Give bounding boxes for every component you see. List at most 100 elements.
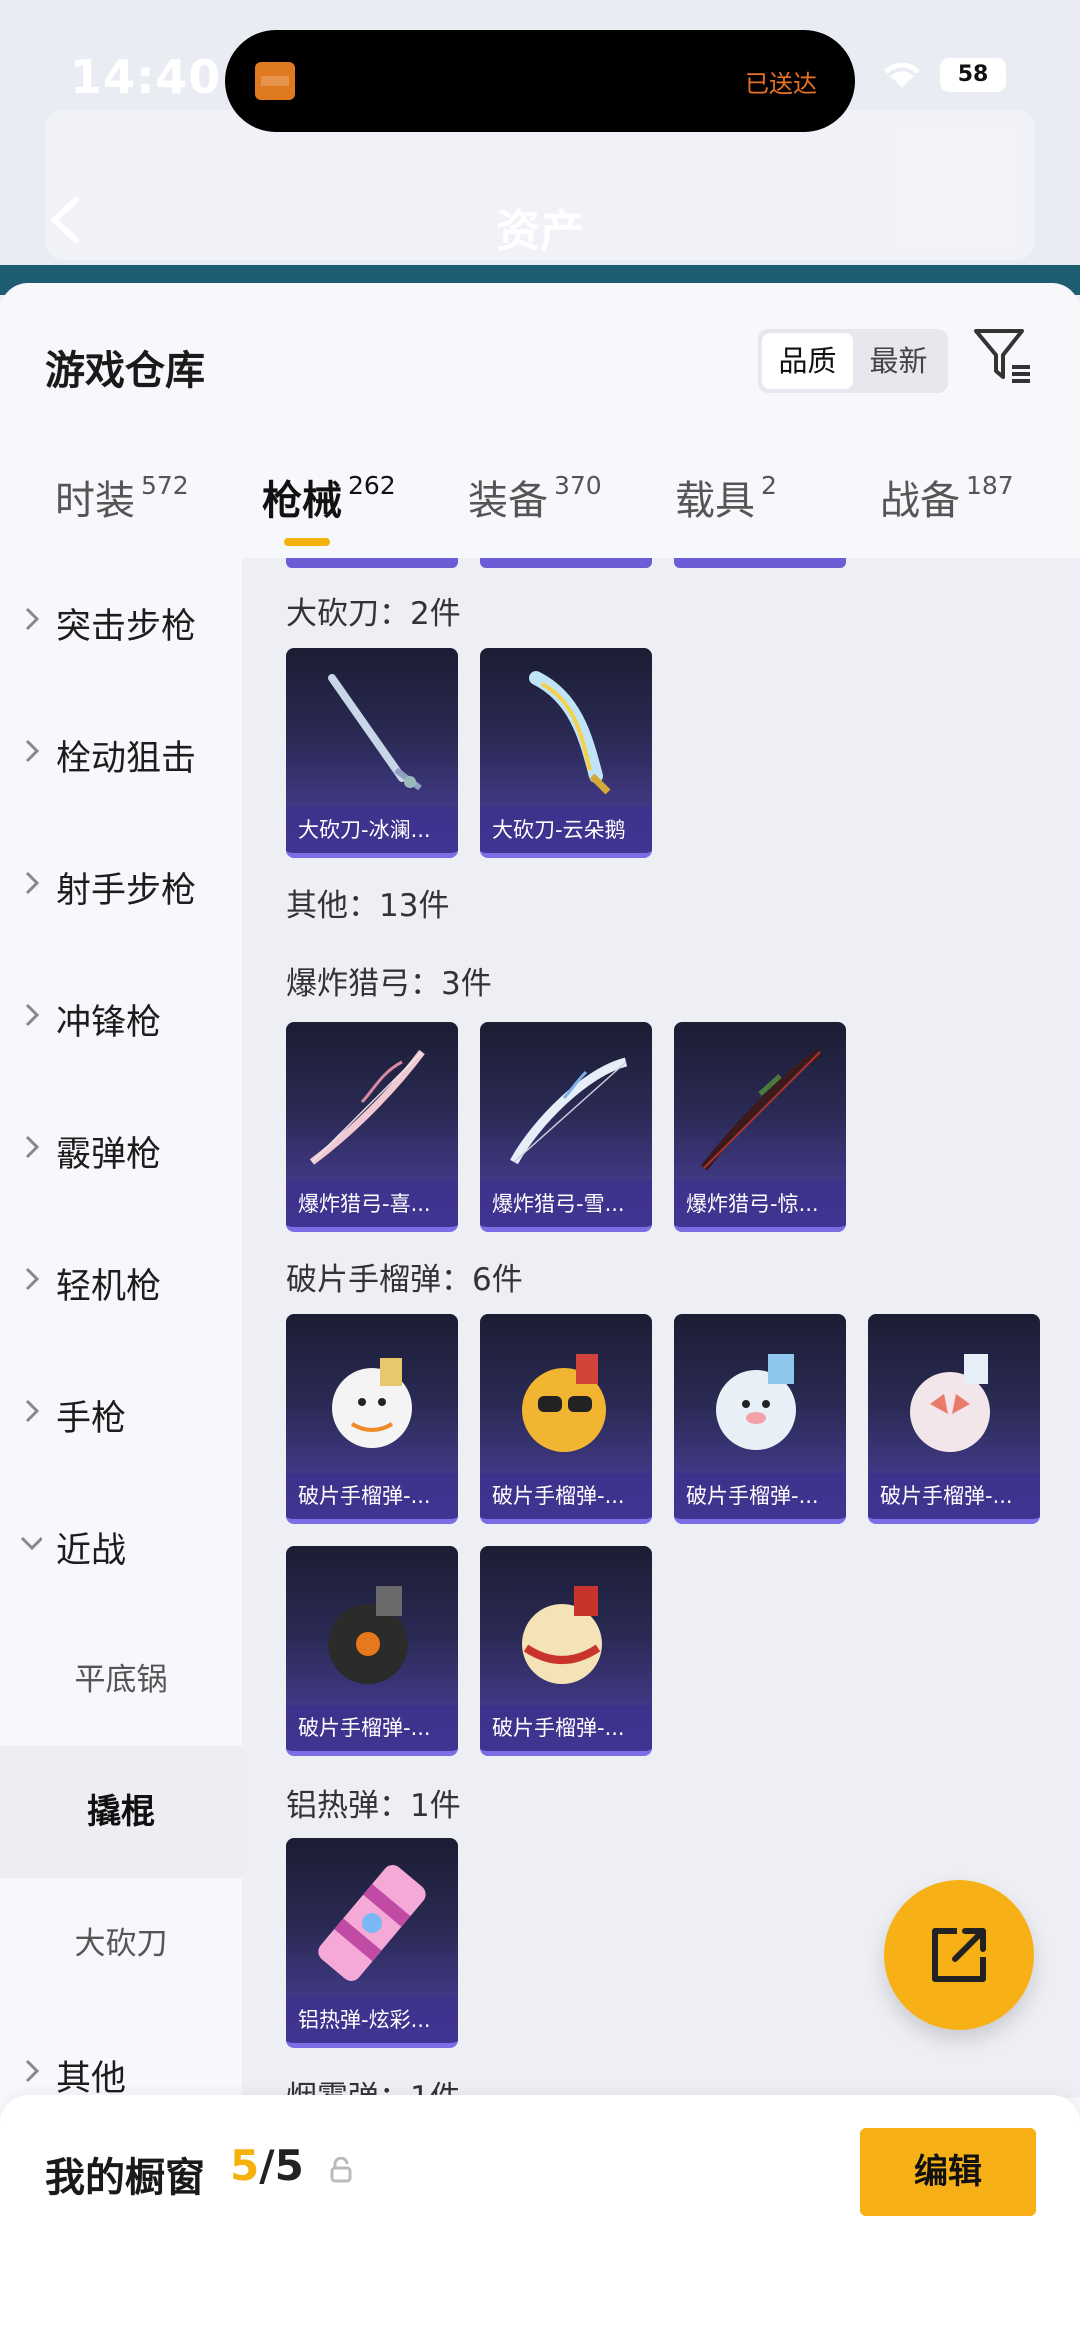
item-card[interactable]: 破片手榴弹-... [868, 1314, 1040, 1524]
weapon-category-sidebar: 突击步枪 栓动狙击 射手步枪 冲锋枪 霰弹枪 轻机枪 手枪 近战 平底锅 撬棍 … [0, 558, 242, 2341]
sidebar-subitem-machete[interactable]: 大砍刀 [0, 1878, 242, 2010]
group-title: 铝热弹：1件 [286, 1788, 461, 1824]
tab-fashion[interactable]: 时装 572 [55, 468, 189, 558]
edit-button[interactable]: 编辑 [860, 2128, 1036, 2216]
category-tabs: 时装 572 枪械 262 装备 370 载具 2 战备 187 [0, 468, 1080, 558]
item-card[interactable]: 爆炸猎弓-惊... [674, 1022, 846, 1232]
item-card[interactable]: 破片手榴弹-... [480, 1546, 652, 1756]
sidebar-subitem-crowbar[interactable]: 撬棍 [0, 1746, 242, 1878]
item-name: 破片手榴弹-... [480, 1705, 652, 1751]
group-title: 破片手榴弹：6件 [286, 1262, 523, 1298]
showcase-count: 5/5 [230, 2141, 304, 2190]
machete-cloud-goose-icon [529, 671, 611, 795]
sidebar-item-label: 手枪 [56, 1399, 127, 1439]
showcase-current: 5 [230, 2141, 260, 2190]
item-name: 爆炸猎弓-喜... [286, 1181, 458, 1227]
tab-count: 262 [348, 471, 396, 500]
item-name: 铝热弹-炫彩... [286, 1997, 458, 2043]
sidebar-item-assault-rifle[interactable]: 突击步枪 [0, 558, 242, 690]
item-grid: 大砍刀：2件 大砍刀-冰澜... 大砍刀-云朵鹅 其他：13件 爆炸猎弓：3件 [242, 558, 1080, 2098]
grenade-fox-icon [910, 1354, 990, 1452]
tab-count: 572 [141, 471, 189, 500]
chevron-right-icon [25, 607, 40, 631]
group-title: 大砍刀：2件 [286, 596, 461, 632]
header-backdrop: 14:40 已送达 58 资产 [0, 0, 1080, 295]
group-title: 其他：13件 [286, 888, 450, 924]
showcase-total: /5 [259, 2141, 304, 2190]
tab-count: 370 [554, 471, 602, 500]
item-card[interactable]: 铝热弹-炫彩... [286, 1838, 458, 2048]
active-tab-indicator [284, 538, 330, 546]
dynamic-island[interactable]: 已送达 [225, 30, 855, 132]
sidebar-item-melee[interactable]: 近战 [0, 1482, 242, 1614]
page-title: 资产 [496, 206, 584, 257]
sidebar-item-pistol[interactable]: 手枪 [0, 1350, 242, 1482]
tab-label: 装备 [468, 478, 548, 524]
sidebar-subitem-frying-pan[interactable]: 平底锅 [0, 1614, 242, 1746]
warehouse-title: 游戏仓库 [45, 348, 205, 394]
item-name: 大砍刀-云朵鹅 [480, 807, 652, 853]
machete-ice-icon [328, 674, 422, 791]
sidebar-item-lmg[interactable]: 轻机枪 [0, 1218, 242, 1350]
grenade-seal-icon [716, 1354, 796, 1450]
chevron-right-icon [25, 1267, 40, 1291]
tab-label: 战备 [880, 478, 960, 524]
tab-label: 枪械 [262, 478, 342, 524]
warehouse-sheet: 游戏仓库 品质 最新 时装 572 枪械 262 装备 370 载具 2 战备 187 突… [0, 283, 1080, 2341]
item-card[interactable]: 破片手榴弹-... [480, 1314, 652, 1524]
bow-icon [510, 1057, 628, 1165]
sidebar-item-label: 霰弹枪 [56, 1135, 162, 1175]
item-card[interactable]: 爆炸猎弓-雪... [480, 1022, 652, 1232]
chevron-right-icon [25, 871, 40, 895]
sidebar-item-marksman-rifle[interactable]: 射手步枪 [0, 822, 242, 954]
tab-equipment[interactable]: 装备 370 [468, 468, 602, 558]
item-name: 破片手榴弹-... [868, 1473, 1040, 1519]
item-card[interactable]: 大砍刀-冰澜... [286, 648, 458, 858]
sidebar-item-label: 栓动狙击 [56, 739, 197, 779]
sidebar-item-label: 近战 [56, 1531, 127, 1571]
share-button[interactable] [884, 1880, 1034, 2030]
sidebar-subitem-label: 平底锅 [74, 1662, 168, 1698]
sidebar-subitem-label: 大砍刀 [74, 1926, 168, 1962]
bow-icon [700, 1048, 823, 1171]
package-icon [255, 62, 295, 100]
delivery-status: 已送达 [745, 70, 817, 98]
sidebar-item-label: 冲锋枪 [56, 1003, 162, 1043]
tab-firearms[interactable]: 枪械 262 [262, 468, 396, 558]
external-link-icon [932, 1928, 986, 1982]
item-name: 大砍刀-冰澜... [286, 807, 458, 853]
showcase-bar: 我的橱窗 5/5 编辑 [0, 2095, 1080, 2341]
sidebar-subitem-label: 撬棍 [87, 1792, 155, 1832]
group-title: 爆炸猎弓：3件 [286, 966, 492, 1002]
item-card[interactable]: 大砍刀-云朵鹅 [480, 648, 652, 858]
sidebar-item-shotgun[interactable]: 霰弹枪 [0, 1086, 242, 1218]
grenade-snowman-icon [332, 1358, 412, 1448]
item-card-partial [674, 558, 846, 568]
chevron-right-icon [25, 1399, 40, 1423]
showcase-label: 我的橱窗 [45, 2155, 205, 2201]
sidebar-item-bolt-sniper[interactable]: 栓动狙击 [0, 690, 242, 822]
sidebar-item-label: 突击步枪 [56, 607, 197, 647]
item-card[interactable]: 破片手榴弹-... [674, 1314, 846, 1524]
item-card-partial [286, 558, 458, 568]
tab-count: 2 [761, 471, 777, 500]
sidebar-item-smg[interactable]: 冲锋枪 [0, 954, 242, 1086]
sort-toggle: 品质 最新 [758, 329, 948, 393]
filter-icon[interactable] [972, 325, 1034, 387]
sort-quality-button[interactable]: 品质 [762, 333, 853, 389]
item-name: 破片手榴弹-... [674, 1473, 846, 1519]
tab-vehicles[interactable]: 载具 2 [675, 468, 777, 558]
grenade-festive-icon [522, 1586, 602, 1684]
sort-newest-button[interactable]: 最新 [853, 333, 944, 389]
tab-label: 时装 [55, 478, 135, 524]
grenade-dark-icon [328, 1586, 408, 1684]
grenade-sunglasses-icon [522, 1354, 606, 1452]
chevron-right-icon [25, 1003, 40, 1027]
chevron-right-icon [25, 1135, 40, 1159]
item-card[interactable]: 破片手榴弹-... [286, 1546, 458, 1756]
chevron-right-icon [25, 739, 40, 763]
item-card[interactable]: 破片手榴弹-... [286, 1314, 458, 1524]
item-card[interactable]: 爆炸猎弓-喜... [286, 1022, 458, 1232]
tab-tactical[interactable]: 战备 187 [880, 468, 1014, 558]
chevron-right-icon [25, 2059, 40, 2083]
